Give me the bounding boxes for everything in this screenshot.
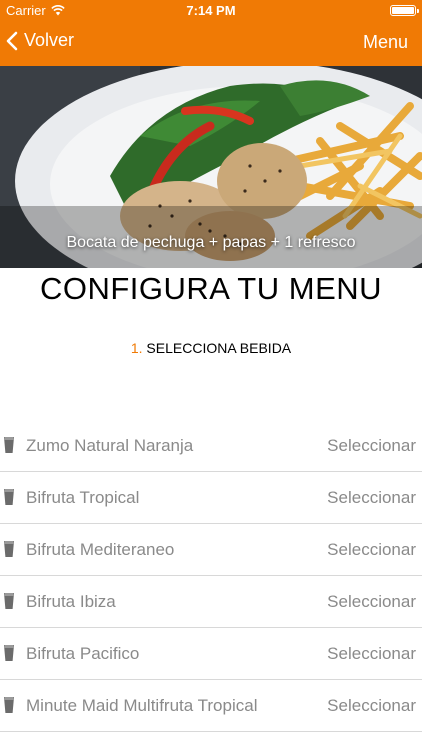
hero-image: Bocata de pechuga + papas + 1 refresco bbox=[0, 66, 422, 268]
glass-icon bbox=[4, 697, 14, 713]
drink-row-minute-maid-multifruta-tropical[interactable]: Minute Maid Multifruta Tropical Seleccio… bbox=[0, 680, 422, 732]
drink-name: Bifruta Tropical bbox=[26, 488, 140, 507]
step-heading: 1. SELECCIONA BEBIDA bbox=[0, 340, 422, 356]
step-label: SELECCIONA BEBIDA bbox=[146, 340, 292, 356]
select-button[interactable]: Seleccionar bbox=[327, 436, 416, 456]
glass-icon bbox=[4, 593, 14, 609]
chevron-left-icon bbox=[6, 31, 18, 50]
drink-name: Bifruta Mediteraneo bbox=[26, 540, 175, 559]
glass-icon bbox=[4, 645, 14, 661]
drink-row-bifruta-pacifico[interactable]: Bifruta Pacifico Seleccionar bbox=[0, 628, 422, 680]
header-bar: Carrier 7:14 PM Volver Menu bbox=[0, 0, 422, 66]
navigation-bar: Volver Menu bbox=[0, 20, 422, 66]
drink-row-bifruta-tropical[interactable]: Bifruta Tropical Seleccionar bbox=[0, 472, 422, 524]
glass-icon bbox=[4, 489, 14, 505]
battery-icon bbox=[390, 5, 419, 16]
select-button[interactable]: Seleccionar bbox=[327, 592, 416, 612]
select-button[interactable]: Seleccionar bbox=[327, 644, 416, 664]
status-time: 7:14 PM bbox=[186, 3, 236, 18]
drink-name: Bifruta Ibiza bbox=[26, 592, 116, 611]
select-button[interactable]: Seleccionar bbox=[327, 540, 416, 560]
page-title: CONFIGURA TU MENU bbox=[39, 271, 383, 306]
drink-list: Zumo Natural Naranja Seleccionar Bifruta… bbox=[0, 420, 422, 732]
drink-name: Zumo Natural Naranja bbox=[26, 436, 194, 455]
drink-name: Bifruta Pacifico bbox=[26, 644, 140, 663]
drink-row-bifruta-ibiza[interactable]: Bifruta Ibiza Seleccionar bbox=[0, 576, 422, 628]
drink-row-bifruta-mediteraneo[interactable]: Bifruta Mediteraneo Seleccionar bbox=[0, 524, 422, 576]
step-number: 1. bbox=[130, 340, 143, 356]
dish-caption: Bocata de pechuga + papas + 1 refresco bbox=[66, 234, 356, 251]
back-button[interactable]: Volver bbox=[6, 30, 74, 51]
drink-row-zumo-natural-naranja[interactable]: Zumo Natural Naranja Seleccionar bbox=[0, 420, 422, 472]
menu-button[interactable]: Menu bbox=[363, 32, 408, 53]
status-bar: Carrier 7:14 PM bbox=[0, 0, 422, 20]
drink-name: Minute Maid Multifruta Tropical bbox=[26, 696, 258, 715]
back-button-label: Volver bbox=[24, 30, 75, 50]
glass-icon bbox=[4, 437, 14, 453]
glass-icon bbox=[4, 541, 14, 557]
select-button[interactable]: Seleccionar bbox=[327, 488, 416, 508]
select-button[interactable]: Seleccionar bbox=[327, 696, 416, 716]
